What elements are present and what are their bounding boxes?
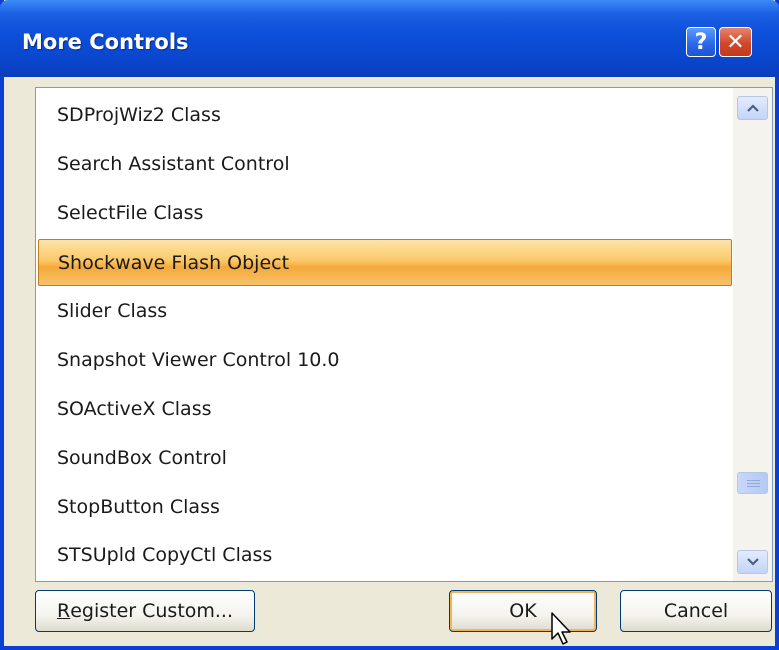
list-item-selected[interactable]: Shockwave Flash Object — [38, 239, 732, 286]
mouse-pointer-icon — [551, 612, 571, 645]
list-item[interactable]: StopButton Class — [38, 483, 732, 532]
close-icon: ✕ — [726, 29, 745, 55]
list-item[interactable]: SOActiveX Class — [38, 385, 732, 434]
vertical-scrollbar[interactable] — [733, 88, 772, 581]
help-icon: ? — [694, 29, 708, 55]
thumb-grip — [747, 480, 760, 481]
more-controls-dialog: More Controls ? ✕ SDProjWiz2 Class Searc… — [0, 0, 779, 650]
title-bar[interactable]: More Controls ? ✕ — [0, 0, 779, 77]
list-item[interactable]: SoundBox Control — [38, 434, 732, 483]
list-item[interactable]: Slider Class — [38, 287, 732, 336]
register-mnemonic: R — [56, 600, 71, 622]
dialog-title: More Controls — [22, 30, 189, 54]
ok-label: OK — [509, 600, 537, 622]
register-custom-button[interactable]: Register Custom... — [35, 590, 255, 632]
scroll-up-button[interactable] — [737, 96, 768, 120]
chevron-down-icon — [746, 558, 759, 566]
list-item[interactable]: STSUpld CopyCtl Class — [38, 531, 732, 580]
cancel-label: Cancel — [663, 600, 729, 622]
scrollbar-thumb[interactable] — [737, 472, 768, 494]
ok-button[interactable]: OK — [449, 590, 597, 632]
thumb-grip — [747, 486, 760, 487]
scroll-down-button[interactable] — [737, 550, 768, 574]
thumb-grip — [747, 483, 760, 484]
help-button[interactable]: ? — [686, 27, 716, 57]
list-item[interactable]: Search Assistant Control — [38, 140, 732, 189]
register-label: egister Custom... — [70, 600, 234, 622]
list-item[interactable]: Snapshot Viewer Control 10.0 — [38, 336, 732, 385]
cancel-button[interactable]: Cancel — [620, 590, 772, 632]
list-item[interactable]: SDProjWiz2 Class — [38, 91, 732, 140]
chevron-up-icon — [746, 104, 759, 112]
controls-list[interactable]: SDProjWiz2 Class Search Assistant Contro… — [35, 87, 773, 582]
close-button[interactable]: ✕ — [719, 27, 752, 57]
list-item[interactable]: SelectFile Class — [38, 189, 732, 238]
